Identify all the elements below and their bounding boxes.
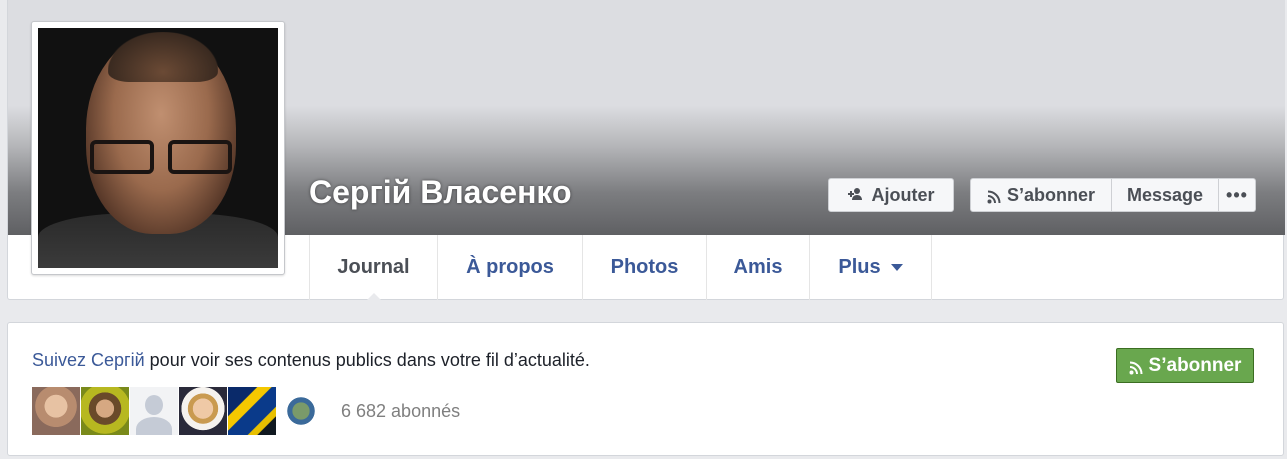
tab-more[interactable]: Plus	[810, 235, 932, 300]
rss-icon	[1129, 359, 1143, 374]
caret-down-icon	[890, 264, 903, 271]
followers-count[interactable]: 6 682 abonnés	[341, 401, 460, 422]
tab-photos[interactable]: Photos	[583, 235, 707, 300]
add-friend-icon	[847, 187, 864, 204]
follow-profile-link[interactable]: Suivez Сергій	[32, 350, 145, 370]
profile-picture	[38, 28, 278, 268]
avatar[interactable]	[32, 387, 80, 435]
profile-tabs: Journal À propos Photos Amis Plus	[309, 235, 932, 301]
profile-actions-group: S’abonner Message •••	[970, 178, 1256, 212]
follower-avatars	[32, 387, 325, 435]
tab-about[interactable]: À propos	[438, 235, 583, 300]
follow-prompt-card: Suivez Сергій pour voir ses contenus pub…	[7, 322, 1284, 456]
avatar[interactable]	[277, 387, 325, 435]
message-label: Message	[1126, 184, 1204, 205]
more-dots-icon: •••	[1226, 184, 1248, 205]
follow-prompt-rest: pour voir ses contenus publics dans votr…	[144, 350, 590, 370]
tab-journal[interactable]: Journal	[310, 235, 438, 301]
subscribe-label: S’abonner	[1006, 184, 1095, 205]
avatar[interactable]	[130, 387, 178, 435]
add-friend-button[interactable]: Ajouter	[828, 178, 954, 212]
profile-header: Сергій Власенко Ajouter S’abonner Messag…	[7, 0, 1285, 301]
avatar[interactable]	[179, 387, 227, 435]
subscribe-button[interactable]: S’abonner	[971, 179, 1112, 211]
more-options-button[interactable]: •••	[1219, 179, 1255, 211]
follow-prompt-text: Suivez Сергій pour voir ses contenus pub…	[32, 350, 590, 371]
avatar[interactable]	[228, 387, 276, 435]
subscribe-green-label: S’abonner	[1148, 354, 1242, 376]
profile-name[interactable]: Сергій Власенко	[309, 174, 572, 211]
subscribe-green-button[interactable]: S’abonner	[1116, 348, 1254, 383]
avatar[interactable]	[81, 387, 129, 435]
message-button[interactable]: Message	[1112, 179, 1219, 211]
add-friend-label: Ajouter	[871, 184, 935, 205]
tab-friends[interactable]: Amis	[707, 235, 810, 300]
profile-picture-frame[interactable]	[31, 21, 285, 275]
rss-icon	[987, 188, 1001, 204]
